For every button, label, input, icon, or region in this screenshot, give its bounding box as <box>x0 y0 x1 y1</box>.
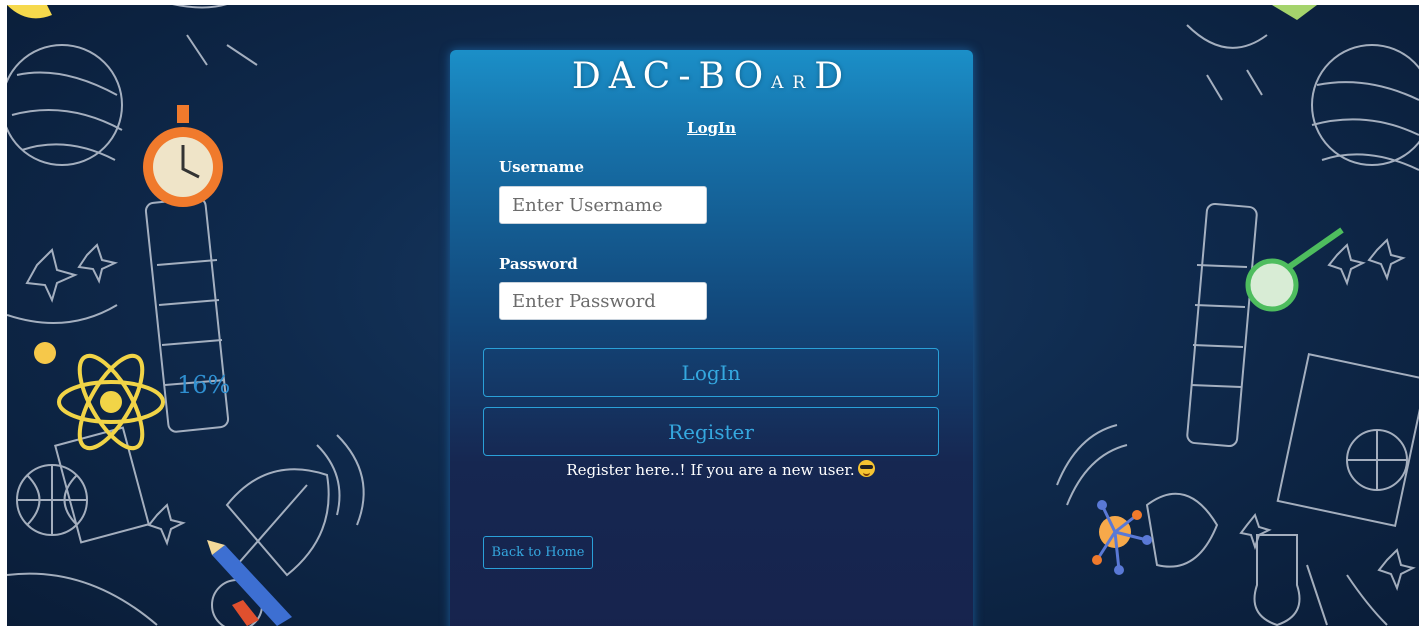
flask-doodle-icon <box>1253 534 1301 626</box>
alarm-clock-icon <box>143 105 223 207</box>
small-sun-icon <box>34 342 56 364</box>
world-book-doodle-icon <box>1276 352 1419 528</box>
password-label: Password <box>499 255 578 273</box>
page-background: 16% DAC-BOARD LogIn Username Enter Usern… <box>7 5 1419 626</box>
login-button[interactable]: LogIn <box>483 348 939 397</box>
register-button[interactable]: Register <box>483 407 939 456</box>
brand-text-part1: DAC-BO <box>571 56 772 97</box>
magnifier-icon <box>1245 227 1344 312</box>
login-title-link[interactable]: LogIn <box>450 119 973 137</box>
register-hint-text: Register here..! If you are a new user. <box>566 461 855 479</box>
planet-doodle-icon <box>7 44 123 166</box>
planet-right-doodle-icon <box>1311 44 1419 166</box>
password-input[interactable] <box>499 282 707 320</box>
bulb-icon <box>7 5 52 19</box>
brand-text-part3: D <box>814 56 852 97</box>
satellite-dish-doodle-icon <box>225 468 330 577</box>
brand-text-part2: AR <box>771 73 815 93</box>
doodle-percent-text: 16% <box>177 371 230 399</box>
username-input[interactable] <box>499 186 707 224</box>
pencil-icon <box>207 540 292 626</box>
corner-leaf-icon <box>1272 5 1317 20</box>
brand-logo: DAC-BOARD <box>450 56 973 97</box>
satellite-right-doodle-icon <box>1145 492 1219 568</box>
molecule-icon <box>1092 500 1152 575</box>
register-hint: Register here..! If you are a new user. <box>450 460 973 479</box>
login-card: DAC-BOARD LogIn Username Password LogIn … <box>450 50 973 626</box>
back-to-home-button[interactable]: Back to Home <box>483 536 593 569</box>
telescope-right-doodle-icon <box>1186 202 1258 448</box>
sunglasses-emoji-icon <box>857 460 875 477</box>
username-label: Username <box>499 158 585 176</box>
